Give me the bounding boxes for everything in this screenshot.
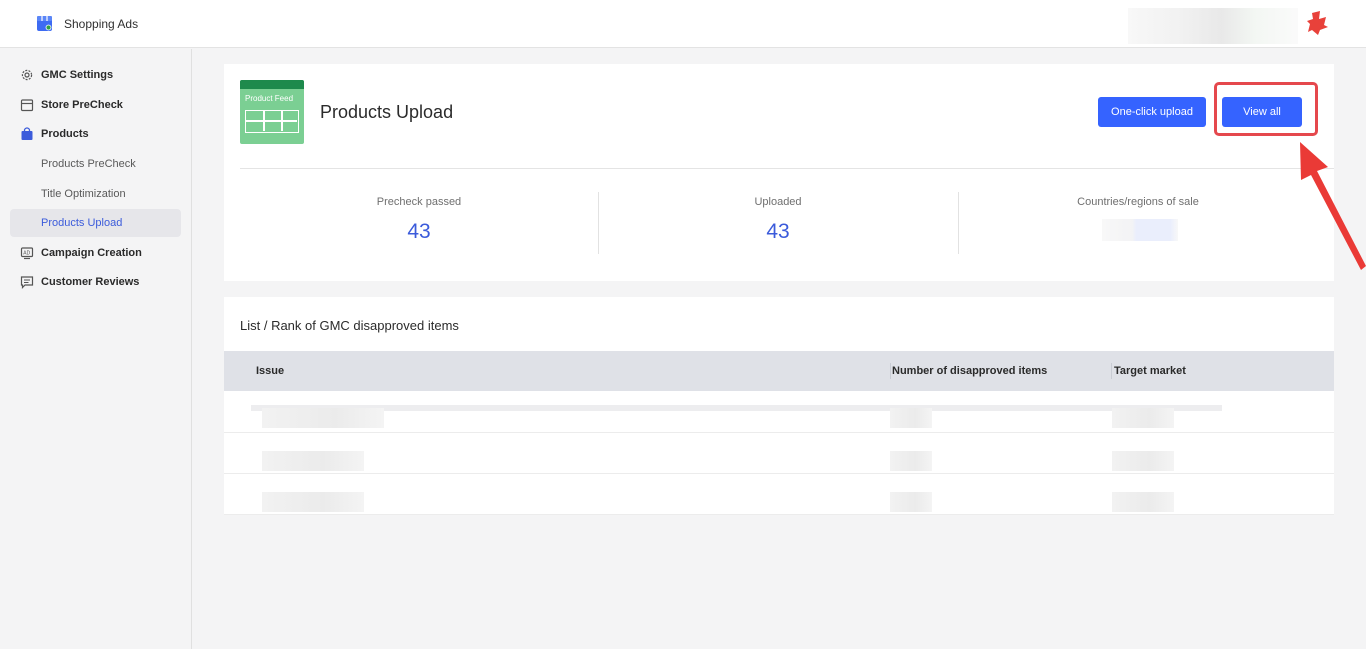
sidebar-item-campaign-creation[interactable]: AD Campaign Creation	[10, 239, 181, 267]
svg-text:AD: AD	[23, 250, 30, 256]
sidebar-item-label: Products	[41, 128, 89, 140]
table-row[interactable]	[224, 392, 1334, 433]
one-click-upload-button[interactable]: One-click upload	[1098, 97, 1206, 127]
comment-icon	[20, 276, 34, 289]
page-title: Products Upload	[320, 102, 454, 122]
feed-icon-grid	[245, 110, 299, 133]
column-header-market[interactable]: Target market	[1114, 365, 1186, 377]
stat-value: 43	[766, 220, 790, 243]
column-divider	[1111, 363, 1112, 379]
sidebar-item-store-precheck[interactable]: Store PreCheck	[10, 91, 181, 119]
storefront-icon	[20, 99, 34, 112]
column-header-issue[interactable]: Issue	[256, 365, 284, 377]
sidebar-item-products-precheck[interactable]: Products PreCheck	[10, 150, 181, 178]
sidebar-item-customer-reviews[interactable]: Customer Reviews	[10, 268, 181, 296]
table-row[interactable]	[224, 433, 1334, 474]
redacted-market	[1112, 492, 1174, 512]
redacted-issue	[262, 408, 384, 428]
top-bar: Shopping Ads	[0, 0, 1366, 48]
disapproved-items-card: List / Rank of GMC disapproved items Iss…	[224, 297, 1334, 515]
redacted-count	[890, 492, 932, 512]
ad-icon: AD	[20, 247, 34, 260]
stat-value: 43	[407, 220, 431, 243]
redacted-issue	[262, 451, 364, 471]
app-title: Shopping Ads	[64, 17, 139, 31]
sidebar-item-label: Store PreCheck	[41, 99, 123, 111]
products-upload-card: Product Feed Products Upload One-click u…	[224, 64, 1334, 281]
redacted-market	[1112, 451, 1174, 471]
product-feed-icon: Product Feed	[240, 80, 304, 144]
view-all-button[interactable]: View all	[1222, 97, 1302, 127]
sidebar-item-label: Products Upload	[41, 217, 123, 229]
countries-value-redacted	[1102, 219, 1178, 241]
feed-icon-text: Product Feed	[245, 94, 294, 103]
sidebar-item-label: Campaign Creation	[41, 247, 142, 259]
column-header-count[interactable]: Number of disapproved items	[892, 365, 1047, 377]
table-row[interactable]	[224, 474, 1334, 515]
gear-icon	[21, 69, 33, 81]
redacted-count	[890, 451, 932, 471]
brand-logo-icon[interactable]	[1306, 10, 1330, 36]
stat-label: Uploaded	[754, 196, 802, 208]
sidebar-item-products-upload[interactable]: Products Upload	[10, 209, 181, 237]
sidebar-item-label: Title Optimization	[41, 188, 126, 200]
stat-uploaded: Uploaded 43	[599, 192, 957, 254]
shopping-bag-icon	[21, 127, 33, 140]
sidebar-item-gmc-settings[interactable]: GMC Settings	[10, 61, 181, 89]
divider	[240, 168, 1334, 169]
stat-label: Countries/regions of sale	[1077, 196, 1199, 208]
store-icon	[37, 16, 52, 31]
user-account-area[interactable]	[1128, 8, 1298, 44]
redacted-market	[1112, 408, 1174, 428]
column-divider	[890, 363, 891, 379]
sidebar-item-products[interactable]: Products	[10, 120, 181, 148]
sidebar-item-title-optimization[interactable]: Title Optimization	[10, 180, 181, 208]
sidebar-item-label: Customer Reviews	[41, 276, 140, 288]
annotation-arrow	[1300, 142, 1366, 270]
sidebar: GMC Settings Store PreCheck Products Pro…	[0, 49, 192, 649]
sidebar-item-label: GMC Settings	[41, 69, 114, 81]
stat-precheck-passed: Precheck passed 43	[240, 192, 598, 254]
table-header: Issue Number of disapproved items Target…	[224, 351, 1334, 391]
sidebar-item-label: Products PreCheck	[41, 158, 136, 170]
stat-label: Precheck passed	[376, 196, 462, 208]
feed-icon-band	[240, 80, 304, 89]
redacted-count	[890, 408, 932, 428]
list-title: List / Rank of GMC disapproved items	[240, 318, 459, 333]
redacted-issue	[262, 492, 364, 512]
